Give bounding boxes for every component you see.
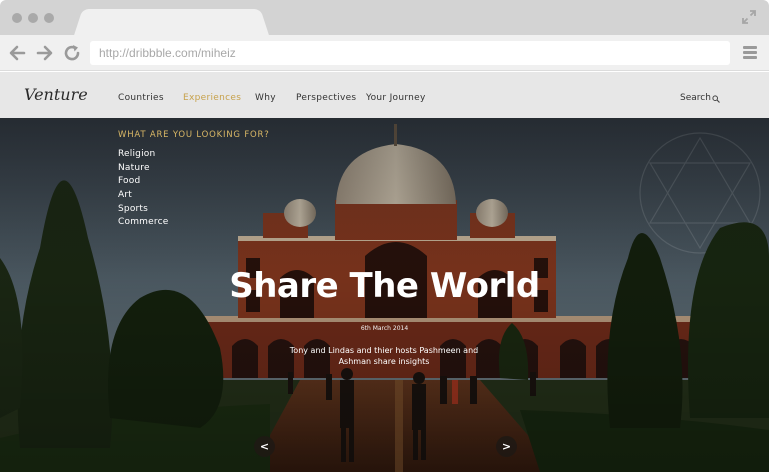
hero-subtitle: Tony and Lindas and thier hosts Pashmeen… bbox=[289, 346, 479, 366]
slider-prev-button[interactable]: < bbox=[254, 436, 275, 457]
forward-arrow-icon[interactable] bbox=[34, 43, 54, 63]
search-link[interactable]: Search bbox=[680, 93, 711, 103]
hero-date: 6th March 2014 bbox=[360, 325, 409, 332]
window-maximize-dot[interactable] bbox=[44, 13, 54, 23]
back-arrow-icon[interactable] bbox=[8, 43, 28, 63]
nav-perspectives[interactable]: Perspectives bbox=[296, 93, 356, 103]
reload-icon[interactable] bbox=[62, 43, 82, 63]
category-menu-title: WHAT ARE YOU LOOKING FOR? bbox=[118, 130, 270, 140]
hero-headline: Share The World bbox=[229, 266, 540, 306]
nav-your-journey[interactable]: Your Journey bbox=[366, 93, 426, 103]
browser-menu-icon[interactable] bbox=[743, 46, 757, 60]
nav-countries[interactable]: Countries bbox=[118, 93, 164, 103]
browser-toolbar: http://dribbble.com/miheiz bbox=[0, 35, 769, 71]
category-commerce[interactable]: Commerce bbox=[118, 216, 270, 230]
browser-titlebar bbox=[0, 0, 769, 37]
brand-logo[interactable]: Venture bbox=[24, 85, 88, 104]
category-menu: WHAT ARE YOU LOOKING FOR? Religion Natur… bbox=[118, 130, 270, 230]
hero-banner: WHAT ARE YOU LOOKING FOR? Religion Natur… bbox=[0, 118, 769, 472]
window-minimize-dot[interactable] bbox=[28, 13, 38, 23]
nav-experiences[interactable]: Experiences bbox=[183, 93, 241, 103]
browser-tab[interactable] bbox=[84, 9, 259, 37]
nav-why[interactable]: Why bbox=[255, 93, 276, 103]
category-art[interactable]: Art bbox=[118, 189, 270, 203]
fullscreen-icon[interactable] bbox=[741, 9, 757, 25]
address-bar[interactable]: http://dribbble.com/miheiz bbox=[90, 41, 730, 65]
slider-next-button[interactable]: > bbox=[496, 436, 517, 457]
search-icon[interactable] bbox=[712, 95, 720, 103]
category-nature[interactable]: Nature bbox=[118, 162, 270, 176]
window-close-dot[interactable] bbox=[12, 13, 22, 23]
category-food[interactable]: Food bbox=[118, 175, 270, 189]
category-religion[interactable]: Religion bbox=[118, 148, 270, 162]
category-sports[interactable]: Sports bbox=[118, 203, 270, 217]
site-navbar: Venture Countries Experiences Why Perspe… bbox=[0, 72, 769, 118]
